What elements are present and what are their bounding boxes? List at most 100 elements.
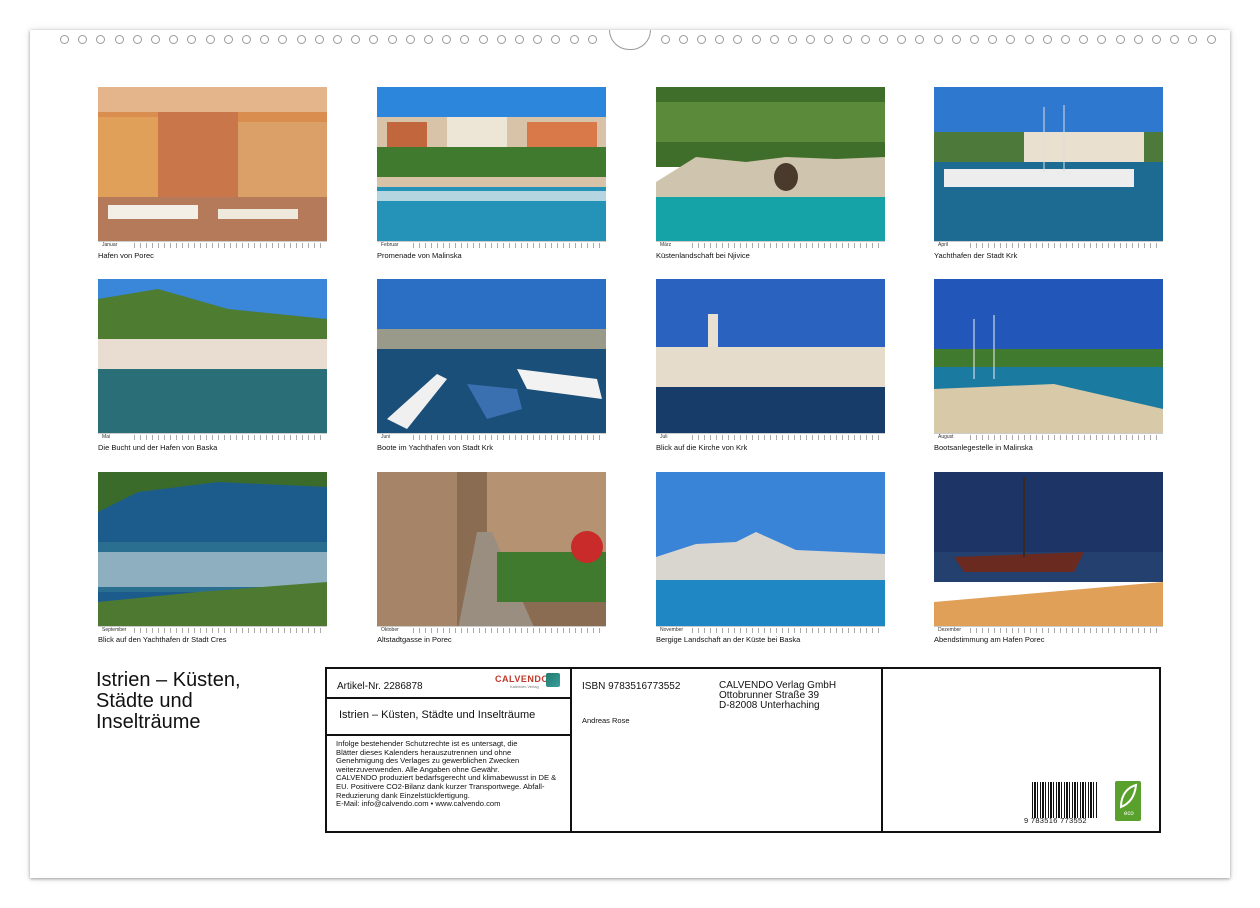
binding-ring xyxy=(570,35,579,44)
binding-ring xyxy=(1097,35,1106,44)
author: Andreas Rose xyxy=(582,716,630,725)
binding-ring xyxy=(770,35,779,44)
binding-ring xyxy=(479,35,488,44)
month-strip: Januar xyxy=(98,241,327,249)
divider xyxy=(570,667,572,833)
month-strip: Juli xyxy=(656,433,885,441)
month-strip: April xyxy=(934,241,1163,249)
photo-coast-njivice xyxy=(656,87,885,249)
binding-ring xyxy=(497,35,506,44)
legal-notice: Infolge bestehender Schutzrechte ist es … xyxy=(336,739,557,809)
photo-marina-krk xyxy=(934,87,1163,249)
binding-ring xyxy=(970,35,979,44)
binding-ring xyxy=(1188,35,1197,44)
month-label: November xyxy=(660,627,684,633)
binding-ring xyxy=(843,35,852,44)
binding-ring xyxy=(915,35,924,44)
caption: Bergige Landschaft an der Küste bei Bask… xyxy=(656,635,801,644)
divider xyxy=(325,697,571,699)
isbn: ISBN 9783516773552 xyxy=(582,681,681,692)
binding-ring xyxy=(442,35,451,44)
binding-ring xyxy=(388,35,397,44)
caption: Bootsanlegestelle in Malinska xyxy=(934,443,1033,452)
caption: Hafen von Porec xyxy=(98,251,154,260)
caption: Die Bucht und der Hafen von Baska xyxy=(98,443,218,452)
photo-mountains-baska xyxy=(656,472,885,634)
publisher-city: D-82008 Unterhaching xyxy=(719,700,820,711)
caption: Abendstimmung am Hafen Porec xyxy=(934,635,1045,644)
binding-ring xyxy=(679,35,688,44)
month-label: Oktober xyxy=(381,627,399,633)
month-strip: August xyxy=(934,433,1163,441)
binding-ring xyxy=(588,35,597,44)
divider xyxy=(325,734,571,736)
photo-tile-february: Februar xyxy=(377,87,606,249)
binding-ring xyxy=(297,35,306,44)
binding-ring xyxy=(1152,35,1161,44)
photo-tile-may: Mai xyxy=(98,279,327,441)
month-strip: Juni xyxy=(377,433,606,441)
product-title: Istrien – Küsten, Städte und Inselträume xyxy=(339,709,536,721)
calvendo-logo-sub: Kalender-Verlag xyxy=(510,684,539,689)
binding-ring xyxy=(242,35,251,44)
photo-tile-january: Januar xyxy=(98,87,327,249)
article-number: Artikel-Nr. 2286878 xyxy=(337,681,423,692)
photo-evening-porec xyxy=(934,472,1163,634)
binding-ring xyxy=(988,35,997,44)
binding-ring xyxy=(224,35,233,44)
caption: Yachthafen der Stadt Krk xyxy=(934,251,1018,260)
caption: Altstadtgasse in Porec xyxy=(377,635,452,644)
binding-ring xyxy=(133,35,142,44)
binding-ring xyxy=(1061,35,1070,44)
binding-ring xyxy=(1207,35,1216,44)
month-label: April xyxy=(938,242,949,248)
binding-ring xyxy=(715,35,724,44)
binding-ring xyxy=(733,35,742,44)
binding-ring xyxy=(206,35,215,44)
binding-ring xyxy=(934,35,943,44)
month-strip: Oktober xyxy=(377,626,606,634)
binding-ring xyxy=(260,35,269,44)
leaf-icon xyxy=(1119,783,1138,809)
photo-alley-porec xyxy=(377,472,606,634)
binding-ring xyxy=(460,35,469,44)
calvendo-logo: CALVENDO xyxy=(495,674,549,684)
binding-ring xyxy=(824,35,833,44)
binding-ring xyxy=(187,35,196,44)
caption: Promenade von Malinska xyxy=(377,251,462,260)
binding-ring xyxy=(952,35,961,44)
binding-ring xyxy=(879,35,888,44)
binding-ring xyxy=(60,35,69,44)
title-line: Städte und xyxy=(96,690,193,712)
photo-tile-november: November xyxy=(656,472,885,634)
photo-tile-august: August xyxy=(934,279,1163,441)
photo-tile-june: Juni xyxy=(377,279,606,441)
photo-pier-malinska xyxy=(934,279,1163,441)
binding-ring xyxy=(551,35,560,44)
month-strip: März xyxy=(656,241,885,249)
month-label: September xyxy=(102,627,127,633)
title-line: Istrien – Küsten, xyxy=(96,669,241,691)
title-line: Inselträume xyxy=(96,711,201,733)
photo-harbor-porec xyxy=(98,87,327,242)
month-label: März xyxy=(660,242,672,248)
month-label: Juli xyxy=(660,434,668,440)
calendar-title: Istrien – Küsten, Städte und Inselträume xyxy=(96,670,316,733)
eco-label: eco xyxy=(1124,811,1134,817)
binding-ring xyxy=(115,35,124,44)
binding-ring xyxy=(151,35,160,44)
month-strip: Dezember xyxy=(934,626,1163,634)
binding-ring xyxy=(1170,35,1179,44)
caption: Blick auf die Kirche von Krk xyxy=(656,443,748,452)
photo-tile-december: Dezember xyxy=(934,472,1163,634)
binding-ring xyxy=(406,35,415,44)
binding-ring xyxy=(752,35,761,44)
month-label: Januar xyxy=(102,242,118,248)
binding-ring xyxy=(697,35,706,44)
binding-ring xyxy=(533,35,542,44)
binding-ring xyxy=(806,35,815,44)
photo-tile-march: März xyxy=(656,87,885,249)
barcode-digits: 9 783516 773552 xyxy=(1024,816,1087,825)
binding-ring xyxy=(1043,35,1052,44)
photo-tile-july: Juli xyxy=(656,279,885,441)
